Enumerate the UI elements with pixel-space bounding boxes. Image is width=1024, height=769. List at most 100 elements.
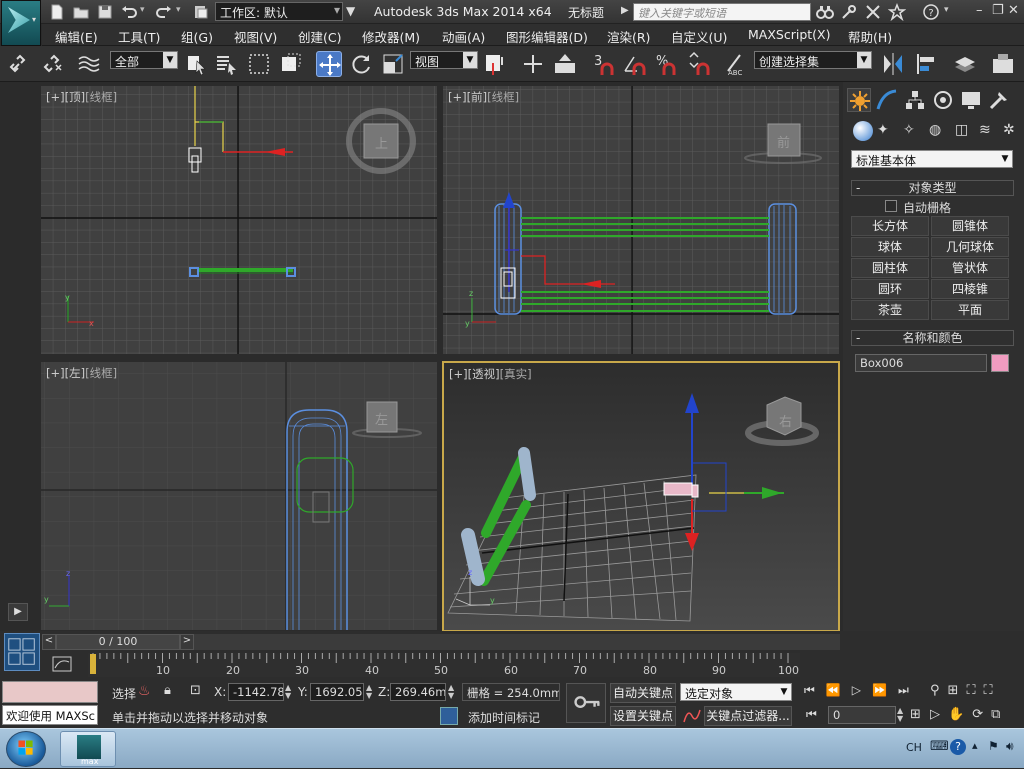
percent-snap-icon[interactable]: % (654, 51, 680, 77)
torus-button[interactable]: 圆环 (851, 279, 929, 299)
maxscript-listener-input[interactable]: 欢迎使用 MAXSc (2, 705, 98, 725)
isolate-selection-icon[interactable]: ♨ (138, 683, 154, 701)
cameras-icon[interactable]: ◍ (929, 122, 947, 140)
object-name-input[interactable]: Box006 (855, 354, 987, 372)
select-and-scale-icon[interactable] (380, 51, 406, 77)
keyboard-shortcut-override-icon[interactable] (552, 51, 578, 77)
autogrid-checkbox[interactable] (885, 200, 897, 212)
geosphere-button[interactable]: 几何球体 (931, 237, 1009, 257)
hierarchy-tab-icon[interactable] (903, 88, 927, 112)
maximize-viewport-icon[interactable]: ⧉ (991, 707, 1008, 722)
prev-frame-icon[interactable]: ⏪ (826, 683, 852, 697)
play-icon[interactable]: ▷ (852, 683, 872, 697)
viewport-front-label[interactable]: [+][前][线框] (448, 89, 519, 105)
key-mode-select[interactable]: 选定对象 ▼ (680, 683, 792, 701)
goto-end-icon[interactable]: ⏭ (898, 683, 920, 697)
mini-curve-editor-icon[interactable] (52, 655, 72, 673)
manipulate-icon[interactable] (520, 51, 546, 77)
link-icon[interactable] (8, 51, 34, 77)
viewport-perspective[interactable]: z y 右 [+][透视][真实] (442, 361, 840, 632)
zoom-extents-icon[interactable]: ⛶ (966, 683, 983, 698)
modify-tab-icon[interactable] (875, 88, 899, 112)
subscription-key-icon[interactable] (840, 3, 858, 21)
select-and-move-icon[interactable] (316, 51, 342, 77)
viewport-top-mode[interactable]: [线框] (85, 90, 117, 104)
menu-rendering[interactable]: 渲染(R) (607, 27, 650, 46)
menu-modifiers[interactable]: 修改器(M) (362, 27, 420, 46)
volume-icon[interactable]: 🔊︎ (1006, 739, 1014, 754)
mirror-icon[interactable] (880, 51, 906, 77)
new-file-icon[interactable] (48, 3, 66, 21)
y-coordinate-input[interactable]: 1692.054m (310, 683, 364, 701)
viewport-perspective-name[interactable]: [透视] (468, 367, 500, 381)
maxscript-listener-pink[interactable] (2, 681, 98, 703)
time-slider-track[interactable] (194, 634, 840, 650)
unlink-icon[interactable] (42, 51, 68, 77)
viewport-top-name[interactable]: [顶] (65, 90, 85, 104)
reference-coordinate-select[interactable]: 视图 ▼ (410, 51, 478, 69)
favorites-star-icon[interactable] (887, 2, 907, 22)
time-configuration-icon[interactable]: ⊞ (910, 707, 921, 722)
search-expand-icon[interactable]: ▶ (621, 5, 629, 16)
viewport-perspective-plus[interactable]: [+] (449, 367, 468, 381)
undo-dropdown-icon[interactable]: ▾ (140, 5, 145, 15)
pivot-center-icon[interactable] (482, 51, 508, 77)
x-coordinate-input[interactable]: -1142.788 (228, 683, 284, 701)
spinner-snap-icon[interactable] (686, 51, 712, 77)
undo-icon[interactable] (120, 3, 138, 21)
app-logo-button[interactable]: ▾ (1, 0, 41, 46)
current-frame-input[interactable]: 0 (828, 706, 896, 724)
viewport-front[interactable]: z y 前 [+][前][线框] (443, 86, 839, 354)
viewport-left-name[interactable]: [左] (65, 366, 85, 380)
systems-icon[interactable]: ✲ (1003, 122, 1021, 140)
time-tag-icon[interactable] (440, 707, 458, 725)
viewport-top-plus[interactable]: [+] (46, 90, 65, 104)
field-of-view-icon[interactable]: ▷ (930, 707, 948, 722)
select-and-rotate-icon[interactable] (348, 51, 374, 77)
name-color-rollout-header[interactable]: - 名称和颜色 (851, 330, 1014, 346)
timeslider-prev-button[interactable]: < (42, 634, 56, 650)
x-spinner-icon[interactable]: ▲ ▼ (285, 684, 291, 700)
key-filters-button[interactable]: 关键点过滤器... (704, 706, 792, 726)
help-dropdown-icon[interactable]: ▾ (944, 5, 949, 15)
graphite-ribbon-icon[interactable] (990, 51, 1016, 77)
viewport-layout-icon[interactable] (4, 633, 40, 671)
snaps-toggle-icon[interactable]: 3 (592, 51, 618, 77)
next-frame-icon[interactable]: ⏩ (872, 683, 898, 697)
menu-tools[interactable]: 工具(T) (118, 27, 160, 46)
redo-dropdown-icon[interactable]: ▾ (176, 5, 181, 15)
menu-group[interactable]: 组(G) (181, 27, 213, 46)
goto-start-icon[interactable]: ⏮ (804, 683, 826, 697)
set-key-icon[interactable] (566, 683, 606, 723)
menu-edit[interactable]: 编辑(E) (55, 27, 98, 46)
orbit-icon[interactable]: ⟳ (972, 707, 991, 722)
z-coordinate-input[interactable]: 269.46mm (390, 683, 446, 701)
input-language-indicator[interactable]: CH (906, 741, 922, 754)
ime-help-icon[interactable]: ? (950, 739, 966, 755)
tube-button[interactable]: 管状体 (931, 258, 1009, 278)
set-key-button[interactable]: 设置关键点 (610, 706, 676, 726)
box-button[interactable]: 长方体 (851, 216, 929, 236)
named-selection-set-select[interactable]: 创建选择集 ▼ (754, 51, 872, 69)
frame-spinner-icon[interactable]: ▲ ▼ (897, 707, 903, 723)
plane-button[interactable]: 平面 (931, 300, 1009, 320)
search-input[interactable]: 键入关键字或短语 (633, 3, 811, 21)
workspace-select[interactable]: 工作区: 默认 ▾ (215, 2, 343, 21)
key-mode-toggle-icon[interactable]: ⏮ (806, 707, 817, 722)
keyboard-icon[interactable]: ⌨ (930, 739, 949, 754)
restore-icon[interactable]: ❐ (992, 3, 1004, 18)
create-tab-icon[interactable] (847, 88, 871, 112)
minimize-icon[interactable]: – (976, 3, 983, 18)
menu-views[interactable]: 视图(V) (234, 27, 277, 46)
binoculars-icon[interactable] (816, 3, 834, 21)
help-icon[interactable]: ? (922, 3, 940, 21)
absolute-mode-icon[interactable]: ⊡ (190, 683, 208, 701)
shapes-icon[interactable]: ✦ (877, 122, 895, 140)
pan-icon[interactable]: ✋ (948, 707, 972, 722)
sphere-button[interactable]: 球体 (851, 237, 929, 257)
utilities-tab-icon[interactable] (987, 88, 1011, 112)
auto-key-button[interactable]: 自动关键点 (610, 683, 676, 703)
zoom-icon[interactable]: ⚲ (930, 683, 948, 698)
layer-manager-icon[interactable] (952, 51, 978, 77)
start-button[interactable] (6, 731, 46, 767)
